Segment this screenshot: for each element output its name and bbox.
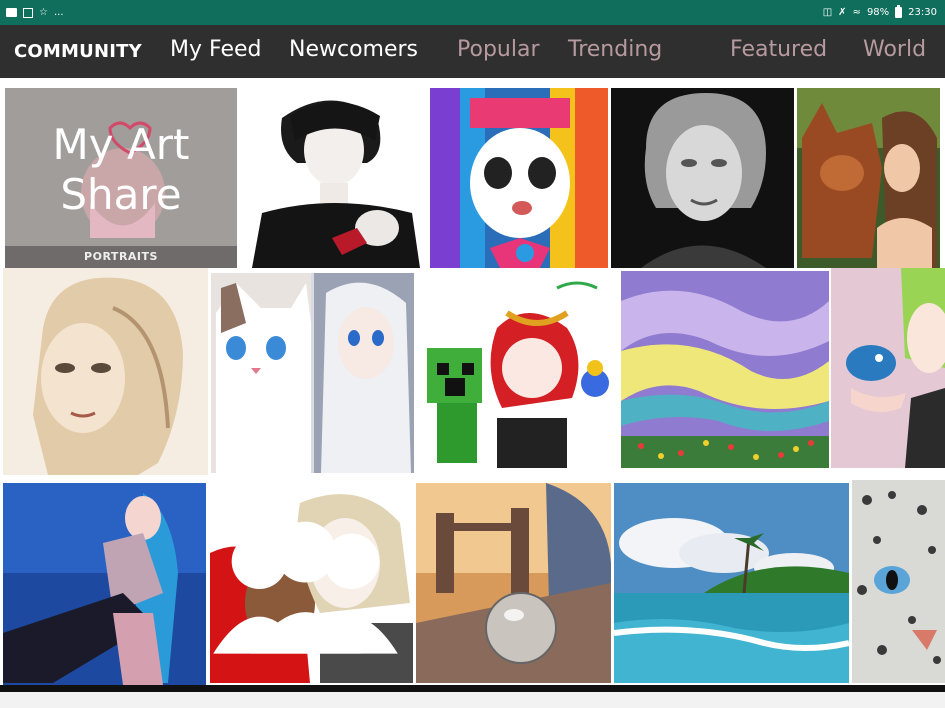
status-left-icons: ☆ ...: [6, 0, 64, 25]
more-dots-icon: ...: [53, 6, 64, 18]
wifi-icon: ≈: [852, 6, 861, 18]
tab-newcomers[interactable]: Newcomers: [289, 25, 418, 78]
battery-icon: [895, 5, 903, 18]
artwork-tile-6[interactable]: [211, 273, 414, 473]
artwork-tile-13[interactable]: [614, 483, 849, 683]
artwork-tile-1[interactable]: [242, 88, 427, 268]
my-art-share-title: My Art Share: [52, 120, 190, 219]
tab-my-feed[interactable]: My Feed: [170, 25, 261, 78]
artwork-green-hair-girl-with-bird-icon: [831, 268, 945, 468]
artwork-rainbow-hair-girl-icon: [430, 88, 608, 268]
group-icon: [213, 521, 398, 654]
tab-popular[interactable]: Popular: [457, 25, 540, 78]
artwork-tile-7[interactable]: [417, 268, 620, 471]
mute-icon: ✗: [838, 6, 847, 18]
bottom-edge-bar: [0, 685, 945, 692]
my-art-share-tile[interactable]: My Art Share PORTRAITS: [5, 88, 237, 268]
category-label: PORTRAITS: [5, 246, 237, 268]
brand-title: COMMUNITY: [14, 41, 142, 62]
community-header: COMMUNITY My Feed Newcomers Popular Tren…: [0, 25, 945, 78]
artwork-tile-11[interactable]: [210, 483, 413, 683]
badge-icon: ☆: [39, 6, 48, 18]
gallery-icon: [23, 7, 33, 18]
cast-icon: ◫: [822, 6, 833, 18]
artwork-grayscale-portrait-icon: [611, 88, 794, 268]
video-icon: [6, 8, 17, 17]
artwork-tile-12[interactable]: [416, 483, 611, 683]
artwork-snow-leopard-icon: [852, 480, 945, 683]
status-bar: ☆ ... ◫ ✗ ≈ 98% 23:30: [0, 0, 945, 25]
artwork-tile-9[interactable]: [831, 268, 945, 468]
artwork-tile-3[interactable]: [611, 88, 794, 268]
artwork-tower-bridge-glass-ball-icon: [416, 483, 611, 683]
artwork-tile-8[interactable]: [621, 271, 829, 468]
clock: 23:30: [908, 6, 937, 18]
artwork-girl-with-wolf-icon: [797, 88, 940, 268]
artwork-gallery: My Art Share PORTRAITS: [0, 85, 945, 685]
status-right-icons: ◫ ✗ ≈ 98% 23:30: [823, 0, 937, 25]
artwork-cat-and-white-hair-girl-icon: [211, 273, 414, 473]
artwork-tile-5[interactable]: [3, 268, 208, 475]
artwork-pastel-sky-painting-icon: [621, 271, 829, 468]
battery-percent: 98%: [866, 6, 890, 18]
artwork-beach-palms-icon: [614, 483, 849, 683]
header-divider: [0, 78, 945, 85]
artwork-tile-2[interactable]: [430, 88, 608, 268]
tab-trending[interactable]: Trending: [568, 25, 662, 78]
artwork-creeper-and-red-hair-chibi-icon: [417, 268, 620, 471]
artwork-blue-hair-singer-icon: [3, 483, 206, 685]
tab-featured[interactable]: Featured: [730, 25, 827, 78]
artwork-tile-4[interactable]: [797, 88, 940, 268]
tab-world[interactable]: World: [863, 25, 926, 78]
artwork-dark-haired-man-icon: [242, 88, 427, 268]
footer-area: [0, 692, 945, 708]
artwork-pencil-woman-portrait-icon: [3, 268, 208, 475]
artwork-tile-10[interactable]: [3, 483, 206, 685]
artwork-tile-14[interactable]: [852, 480, 945, 683]
